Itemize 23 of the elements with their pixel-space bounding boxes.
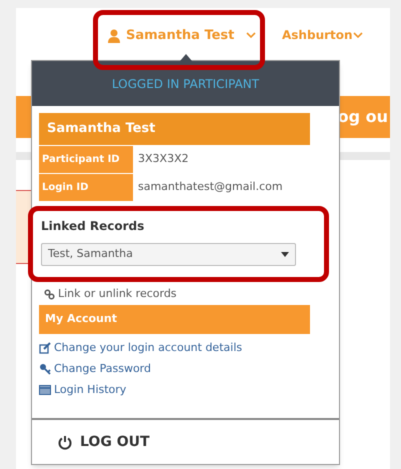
account-link[interactable]: Change your login account details — [54, 340, 242, 356]
chevron-down-icon — [352, 32, 363, 38]
account-link[interactable]: Login History — [54, 382, 126, 398]
key-icon — [39, 363, 51, 375]
participant-name: Samantha Test — [47, 120, 156, 138]
caret-icon — [281, 252, 289, 257]
linked-records-select[interactable]: Test, Samantha — [41, 243, 296, 266]
field-value: 3X3X3X2 — [137, 151, 189, 168]
account-heading: My Account — [45, 310, 117, 327]
power-icon — [58, 434, 72, 450]
field-label: Login ID — [39, 174, 133, 201]
linked-records-heading: Linked Records — [41, 218, 146, 235]
user-icon — [108, 28, 120, 43]
dropdown-title: LOGGED IN PARTICIPANT — [112, 76, 260, 92]
edit-icon — [39, 342, 51, 354]
field-value: samanthatest@gmail.com — [137, 179, 283, 196]
link-icon — [44, 288, 55, 300]
link-records-link[interactable]: Link or unlink records — [58, 286, 177, 302]
logout-link[interactable]: LOG OUT — [80, 432, 150, 452]
chevron-down-icon — [246, 32, 256, 40]
account-link[interactable]: Change Password — [54, 360, 151, 378]
list-icon — [39, 384, 51, 396]
field-label: Participant ID — [39, 146, 133, 173]
